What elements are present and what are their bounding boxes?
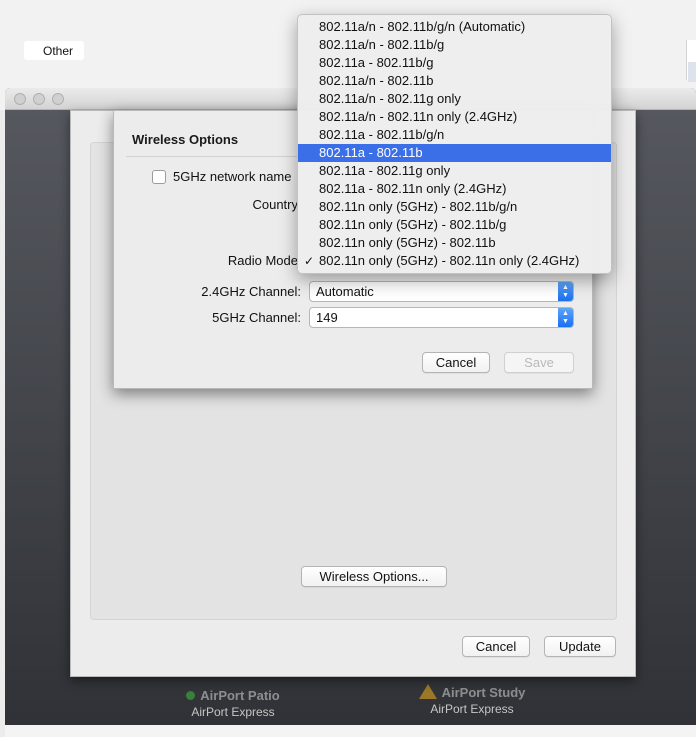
- country-label: Country: [252, 197, 298, 212]
- channel-5ghz-label: 5GHz Channel:: [212, 310, 301, 325]
- radio-mode-option-label: 802.11a - 802.11b/g: [319, 55, 434, 70]
- radio-mode-option[interactable]: 802.11a/n - 802.11b: [298, 72, 611, 90]
- device-name: AirPort Study: [441, 685, 526, 700]
- radio-mode-option-label: 802.11a/n - 802.11b/g/n (Automatic): [319, 19, 526, 34]
- channel-24ghz-select[interactable]: Automatic ▲ ▼: [309, 281, 574, 302]
- radio-mode-option-label: 802.11a - 802.11b: [319, 145, 423, 160]
- device-airport-study[interactable]: AirPort Study AirPort Express: [407, 684, 537, 716]
- radio-mode-option[interactable]: 802.11n only (5GHz) - 802.11b/g/n: [298, 198, 611, 216]
- background-window-edge-highlight: [688, 62, 696, 82]
- radio-mode-option[interactable]: 802.11a/n - 802.11b/g: [298, 36, 611, 54]
- device-airport-patio[interactable]: AirPort Patio AirPort Express: [168, 688, 298, 719]
- radio-mode-option-label: 802.11a - 802.11g only: [319, 163, 451, 178]
- save-button[interactable]: Save: [504, 352, 574, 373]
- radio-mode-option-label: 802.11a - 802.11b/g/n: [319, 127, 445, 142]
- radio-mode-option[interactable]: 802.11n only (5GHz) - 802.11b: [298, 234, 611, 252]
- other-tab[interactable]: Other: [24, 41, 84, 60]
- radio-mode-option-label: 802.11n only (5GHz) - 802.11b/g/n: [319, 199, 518, 214]
- device-type: AirPort Express: [430, 702, 514, 716]
- radio-mode-option[interactable]: 802.11a - 802.11n only (2.4GHz): [298, 180, 611, 198]
- cancel-button[interactable]: Cancel: [422, 352, 490, 373]
- checkmark-icon: ✓: [304, 254, 315, 268]
- window-bottom-bar: [5, 725, 696, 737]
- radio-mode-option-label: 802.11n only (5GHz) - 802.11b/g: [319, 217, 507, 232]
- device-name: AirPort Patio: [200, 688, 280, 703]
- radio-mode-option-label: 802.11n only (5GHz) - 802.11b: [319, 235, 496, 250]
- popup-stepper-icon: ▲ ▼: [558, 308, 573, 327]
- radio-mode-option[interactable]: 802.11a - 802.11g only: [298, 162, 611, 180]
- radio-mode-option[interactable]: 802.11a - 802.11b: [298, 144, 611, 162]
- radio-mode-option-label: 802.11n only (5GHz) - 802.11n only (2.4G…: [319, 253, 580, 268]
- zoom-window-button[interactable]: [52, 93, 64, 105]
- warning-icon: [418, 684, 437, 699]
- status-ok-icon: [186, 691, 196, 700]
- radio-mode-option-label: 802.11a/n - 802.11b/g: [319, 37, 445, 52]
- radio-mode-option[interactable]: 802.11a/n - 802.11g only: [298, 90, 611, 108]
- channel-5ghz-value: 149: [316, 310, 338, 325]
- channel-24ghz-value: Automatic: [316, 284, 374, 299]
- channel-5ghz-select[interactable]: 149 ▲ ▼: [309, 307, 574, 328]
- popup-stepper-icon: ▲ ▼: [558, 282, 573, 301]
- radio-mode-option[interactable]: 802.11a - 802.11b/g/n: [298, 126, 611, 144]
- radio-mode-option[interactable]: 802.11a/n - 802.11b/g/n (Automatic): [298, 18, 611, 36]
- sheet-title: Wireless Options: [132, 132, 239, 147]
- minimize-window-button[interactable]: [33, 93, 45, 105]
- radio-mode-label: Radio Mode: [227, 253, 298, 268]
- wireless-options-button[interactable]: Wireless Options...: [301, 566, 447, 587]
- radio-mode-option-label: 802.11a - 802.11n only (2.4GHz): [319, 181, 507, 196]
- cancel-button[interactable]: Cancel: [462, 636, 530, 657]
- radio-mode-option[interactable]: ✓ 802.11n only (5GHz) - 802.11n only (2.4…: [298, 252, 611, 270]
- radio-mode-option[interactable]: 802.11n only (5GHz) - 802.11b/g: [298, 216, 611, 234]
- radio-mode-option-label: 802.11a/n - 802.11b: [319, 73, 434, 88]
- radio-mode-option-label: 802.11a/n - 802.11n only (2.4GHz): [319, 109, 518, 124]
- radio-mode-option[interactable]: 802.11a/n - 802.11n only (2.4GHz): [298, 108, 611, 126]
- network-name-5ghz-label: 5GHz network name: [173, 169, 292, 184]
- radio-mode-menu: 802.11a/n - 802.11b/g/n (Automatic) 802.1…: [297, 14, 612, 274]
- close-window-button[interactable]: [14, 93, 26, 105]
- radio-mode-option-label: 802.11a/n - 802.11g only: [319, 91, 461, 106]
- radio-mode-option[interactable]: 802.11a - 802.11b/g: [298, 54, 611, 72]
- network-name-5ghz-checkbox[interactable]: [152, 170, 166, 184]
- device-type: AirPort Express: [191, 705, 275, 719]
- channel-24ghz-label: 2.4GHz Channel:: [201, 284, 301, 299]
- update-button[interactable]: Update: [544, 636, 616, 657]
